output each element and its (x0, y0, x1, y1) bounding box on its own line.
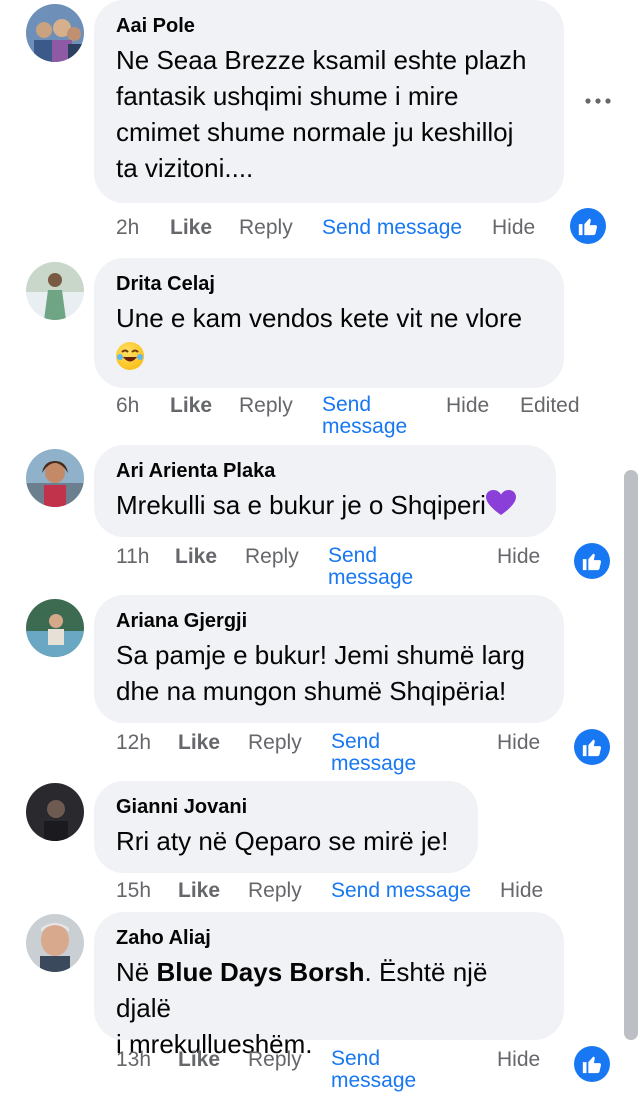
avatar[interactable] (26, 449, 84, 507)
comment-bubble: Drita Celaj Une e kam vendos kete vit ne… (94, 258, 564, 388)
comment-bubble: Gianni Jovani Rri aty në Qeparo se mirë … (94, 781, 478, 873)
comment-actions: 12h Like Reply Send message Hide (0, 731, 640, 775)
avatar[interactable] (26, 914, 84, 972)
hide-button[interactable]: Hide (492, 216, 535, 240)
send-message-button[interactable]: Send message (331, 731, 416, 775)
comment-bubble: Ari Arienta Plaka Mrekulli sa e bukur je… (94, 445, 556, 537)
comment-text: Mrekulli sa e bukur je o Shqiperi (116, 487, 534, 523)
comment-actions: 6h Like Reply Send message Hide Edited (0, 394, 640, 438)
comment-author[interactable]: Drita Celaj (116, 272, 542, 296)
comment-text: Rri aty në Qeparo se mirë je! (116, 826, 449, 856)
comment-bubble: Zaho Aliaj Në Blue Days Borsh. Është një… (94, 912, 564, 1059)
scrollbar-thumb[interactable] (624, 470, 638, 1040)
comment-text: Ne Seaa Brezze ksamil eshte plazh fantas… (116, 45, 527, 183)
hide-button[interactable]: Hide (497, 1048, 540, 1072)
reply-button[interactable]: Reply (245, 545, 299, 569)
like-button[interactable]: Like (170, 394, 212, 418)
comment-bubble: Ariana Gjergji Sa pamje e bukur! Jemi sh… (94, 595, 564, 723)
comment-author[interactable]: Ari Arienta Plaka (116, 459, 534, 483)
comment-bubble: Aai Pole Ne Seaa Brezze ksamil eshte pla… (94, 0, 564, 203)
avatar[interactable] (26, 599, 84, 657)
like-button[interactable]: Like (178, 731, 220, 755)
comment-text: Sa pamje e bukur! Jemi shumë larg dhe na… (116, 640, 525, 706)
edited-label: Edited (520, 394, 580, 417)
comment-timestamp[interactable]: 6h (116, 394, 139, 418)
like-reaction-icon[interactable] (574, 1046, 610, 1082)
reply-button[interactable]: Reply (248, 879, 302, 903)
reply-button[interactable]: Reply (239, 216, 293, 240)
laughing-emoji-icon (116, 342, 144, 371)
hide-button[interactable]: Hide (497, 545, 540, 569)
comment-author[interactable]: Gianni Jovani (116, 795, 456, 819)
comment-timestamp[interactable]: 11h (116, 545, 149, 569)
send-message-button[interactable]: Send message (322, 394, 407, 438)
hide-button[interactable]: Hide (500, 879, 543, 903)
page-mention-link[interactable]: Blue Days Borsh (156, 957, 364, 987)
comment-author[interactable]: Ariana Gjergji (116, 609, 542, 633)
purple-heart-icon (485, 490, 516, 515)
comment-text: Une e kam vendos kete vit ne vlore (116, 300, 542, 372)
like-button[interactable]: Like (178, 879, 220, 903)
avatar[interactable] (26, 262, 84, 320)
hide-button[interactable]: Hide (446, 394, 489, 418)
comment-actions: 11h Like Reply Send message Hide (0, 545, 640, 589)
reply-button[interactable]: Reply (248, 1048, 302, 1072)
comment-timestamp[interactable]: 2h (116, 216, 139, 240)
more-options-icon[interactable] (584, 96, 612, 106)
like-button[interactable]: Like (175, 545, 217, 569)
comment-timestamp[interactable]: 13h (116, 1048, 151, 1072)
send-message-button[interactable]: Send message (322, 216, 462, 240)
send-message-button[interactable]: Send message (328, 545, 413, 589)
hide-button[interactable]: Hide (497, 731, 540, 755)
like-reaction-icon[interactable] (574, 543, 610, 579)
comment-actions: 13h Like Reply Send message Hide (0, 1048, 640, 1092)
like-button[interactable]: Like (170, 216, 212, 240)
avatar[interactable] (26, 4, 84, 62)
avatar[interactable] (26, 783, 84, 841)
like-reaction-icon[interactable] (574, 729, 610, 765)
comment-text: Në Blue Days Borsh. Është një djalë i mr… (116, 957, 488, 1059)
comment-author[interactable]: Zaho Aliaj (116, 926, 542, 950)
send-message-button[interactable]: Send message (331, 1048, 416, 1092)
like-button[interactable]: Like (178, 1048, 220, 1072)
send-message-button[interactable]: Send message (331, 879, 471, 903)
comment-author[interactable]: Aai Pole (116, 14, 542, 38)
reply-button[interactable]: Reply (248, 731, 302, 755)
reply-button[interactable]: Reply (239, 394, 293, 418)
comment-actions: 2h Like Reply Send message Hide (0, 216, 640, 260)
comment-timestamp[interactable]: 12h (116, 731, 151, 755)
like-reaction-icon[interactable] (570, 208, 606, 244)
comment-timestamp[interactable]: 15h (116, 879, 151, 903)
